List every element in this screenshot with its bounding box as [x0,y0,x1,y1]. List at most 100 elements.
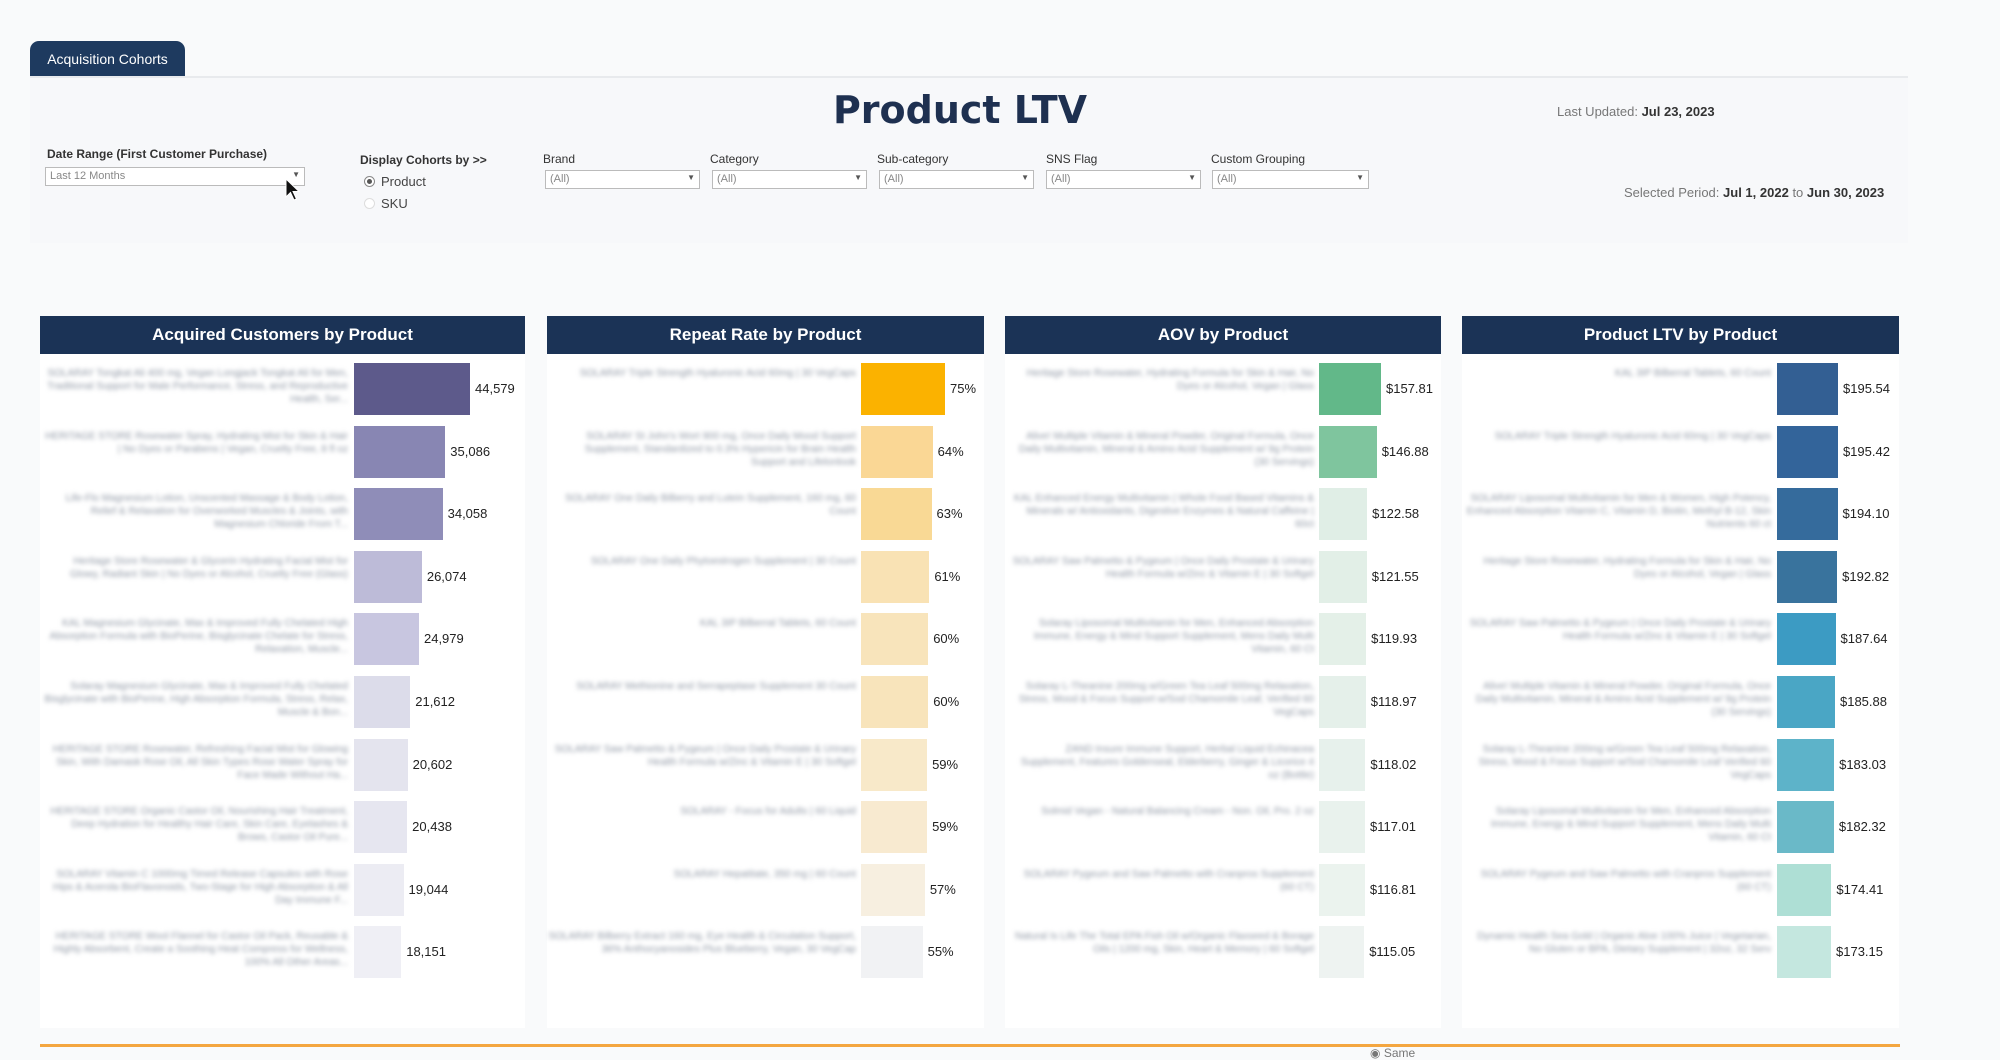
data-label: 35,086 [450,443,491,459]
subcategory-dropdown[interactable]: (All) ▼ [879,170,1034,189]
category-label: HERITAGE STORE Rosewater, Refreshing Fac… [52,743,348,781]
data-label: 60% [933,694,960,709]
bar[interactable] [354,738,408,791]
category-label: KAL Enhanced Energy Multivitamin | Whole… [1014,493,1314,531]
bar[interactable] [1319,425,1377,478]
category-label: SOLARAY Pygeum and Saw Palmetto with Cra… [1480,868,1771,893]
data-label: $182.32 [1838,819,1886,835]
bar[interactable] [1319,488,1368,541]
data-label: $121.55 [1371,568,1419,584]
radio-product[interactable]: Product [364,174,426,189]
bar[interactable] [354,926,402,979]
radio-selected-icon [364,176,375,187]
category-label: Alive! Multiple Vitamin & Mineral Powder… [1475,681,1771,718]
data-label: 18,151 [406,944,446,960]
custom-grouping-dropdown[interactable]: (All) ▼ [1212,170,1369,189]
bar[interactable] [1319,363,1381,415]
divider-line [40,1044,1900,1047]
bar[interactable] [354,613,419,666]
date-range-dropdown[interactable]: Last 12 Months ▼ [45,167,305,186]
data-label: $122.58 [1372,506,1420,522]
bar[interactable] [354,550,422,603]
data-label: 60% [933,631,960,647]
category-label: Dynamic Health Sea Gold | Organic Aloe 1… [1477,931,1771,956]
data-label: 26,074 [426,568,467,584]
data-label: $157.81 [1386,381,1433,396]
category-label: KAL 3IP Bilberral Tablets, 60 Count [1614,368,1771,379]
bar[interactable] [1777,801,1834,854]
panel-product-ltv: Product LTV by Product [1462,316,1899,1028]
bar[interactable] [861,488,932,541]
radio-sku[interactable]: SKU [364,196,408,211]
bar[interactable] [1777,926,1831,979]
bar[interactable] [1777,863,1832,916]
data-label: 59% [932,819,959,835]
bar[interactable] [1319,613,1367,666]
brand-label: Brand [543,152,576,166]
data-label: 63% [936,506,963,522]
panel-aov: AOV by Product [1005,316,1441,1028]
bar[interactable] [861,425,933,478]
bar[interactable] [1319,801,1365,854]
bar[interactable] [1777,613,1836,666]
brand-dropdown[interactable]: (All) ▼ [545,170,700,189]
data-label: $146.88 [1381,443,1429,459]
bar[interactable] [861,363,945,415]
data-label: 57% [929,881,956,897]
data-label: 55% [927,944,954,960]
bar[interactable] [354,488,443,541]
bar[interactable] [861,676,929,728]
category-label: SOLARAY Tongkat Ali 400 mg, Vegan Longja… [47,368,348,405]
same-toggle[interactable]: ◉ Same [1370,1046,1415,1060]
bar[interactable] [354,425,446,478]
bar[interactable] [1777,738,1835,791]
data-label: $185.88 [1839,694,1887,709]
bar[interactable] [1777,550,1838,603]
category-label: Heritage Store Rosewater & Glycerin Hydr… [69,555,348,580]
bar[interactable] [1319,863,1365,916]
data-label: 64% [937,443,964,459]
sns-flag-dropdown[interactable]: (All) ▼ [1046,170,1201,189]
bar[interactable] [861,863,925,916]
chevron-down-icon: ▼ [1356,173,1364,182]
data-label: 75% [950,381,977,396]
category-label: HERITAGE STORE Wool Flannel for Castor O… [53,931,348,969]
data-label: 21,612 [415,694,455,709]
data-label: $183.03 [1839,756,1887,772]
bar[interactable] [1777,488,1838,541]
mouse-cursor-icon [285,178,301,201]
bar[interactable] [1319,550,1367,603]
bar[interactable] [1319,738,1366,791]
bar[interactable] [861,613,929,666]
bar[interactable] [354,863,404,916]
bar[interactable] [1319,926,1365,979]
radio-unselected-icon [364,198,375,209]
category-label: SOLARAY Methionine and Serrapeptase Supp… [576,681,856,692]
bar[interactable] [1777,363,1838,415]
bar[interactable] [861,801,928,854]
category-label: SOLARAY Vitamin C 1000mg Timed Release C… [53,868,348,906]
bar[interactable] [354,676,411,728]
chevron-down-icon: ▼ [1188,173,1196,182]
data-label: 20,438 [412,819,452,835]
category-dropdown[interactable]: (All) ▼ [712,170,867,189]
bar[interactable] [861,738,928,791]
category-label: SOLARAY Triple Strength Hyaluronic Acid … [579,368,856,379]
tab-acquisition-cohorts[interactable]: Acquisition Cohorts [30,41,185,76]
data-label: 24,979 [423,631,464,647]
category-label: ZAND Insure Immune Support, Herbal Liqui… [1020,743,1314,781]
bar[interactable] [1777,425,1838,478]
data-label: 34,058 [447,506,488,522]
bar[interactable] [354,801,408,854]
data-label: 59% [932,756,959,772]
data-label: 61% [934,568,961,584]
category-label: Heritage Store Rosewater, Hydrating Form… [1483,555,1771,580]
category-label: Alive! Multiple Vitamin & Mineral Powder… [1018,430,1314,468]
bar[interactable] [1777,676,1835,728]
bar[interactable] [1319,676,1366,728]
bar[interactable] [861,926,923,979]
data-label: $117.01 [1369,819,1416,835]
bar[interactable] [861,550,930,603]
category-label: SOLARAY Pygeum and Saw Palmetto with Cra… [1023,868,1314,893]
bar[interactable] [354,363,470,415]
